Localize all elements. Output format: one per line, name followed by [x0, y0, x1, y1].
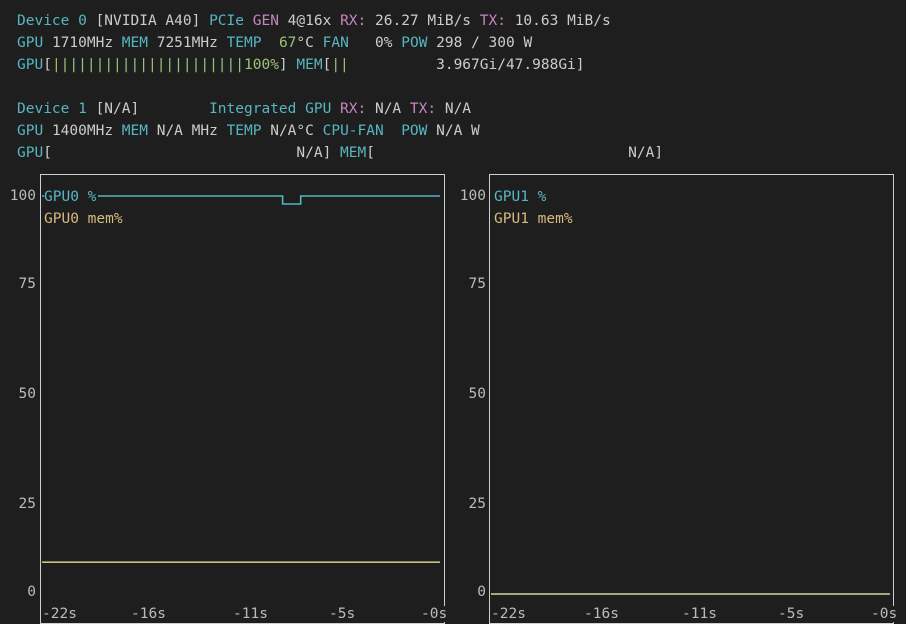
chart0-legend-mem: GPU0 mem% [44, 211, 123, 227]
chart0-xtick: -5s [328, 606, 357, 622]
chart0-series-gpu-line [42, 195, 440, 205]
chart1-xtick: -22s [490, 606, 527, 622]
chart1-legend-mem: GPU1 mem% [494, 211, 573, 227]
charts-svg [42, 195, 890, 595]
chart1-legend-gpu: GPU1 % [494, 189, 547, 205]
chart0-xtick: -11s [232, 606, 269, 622]
chart1-xtick: -0s [870, 606, 899, 622]
chart1-xtick: -11s [681, 606, 718, 622]
chart0-legend-gpu: GPU0 % [44, 186, 99, 208]
chart1-xtick: -16s [583, 606, 620, 622]
chart0-xtick: -22s [41, 606, 78, 622]
chart0-xtick: -16s [130, 606, 167, 622]
chart1-xtick: -5s [777, 606, 806, 622]
chart0-xtick: -0s [420, 606, 449, 622]
